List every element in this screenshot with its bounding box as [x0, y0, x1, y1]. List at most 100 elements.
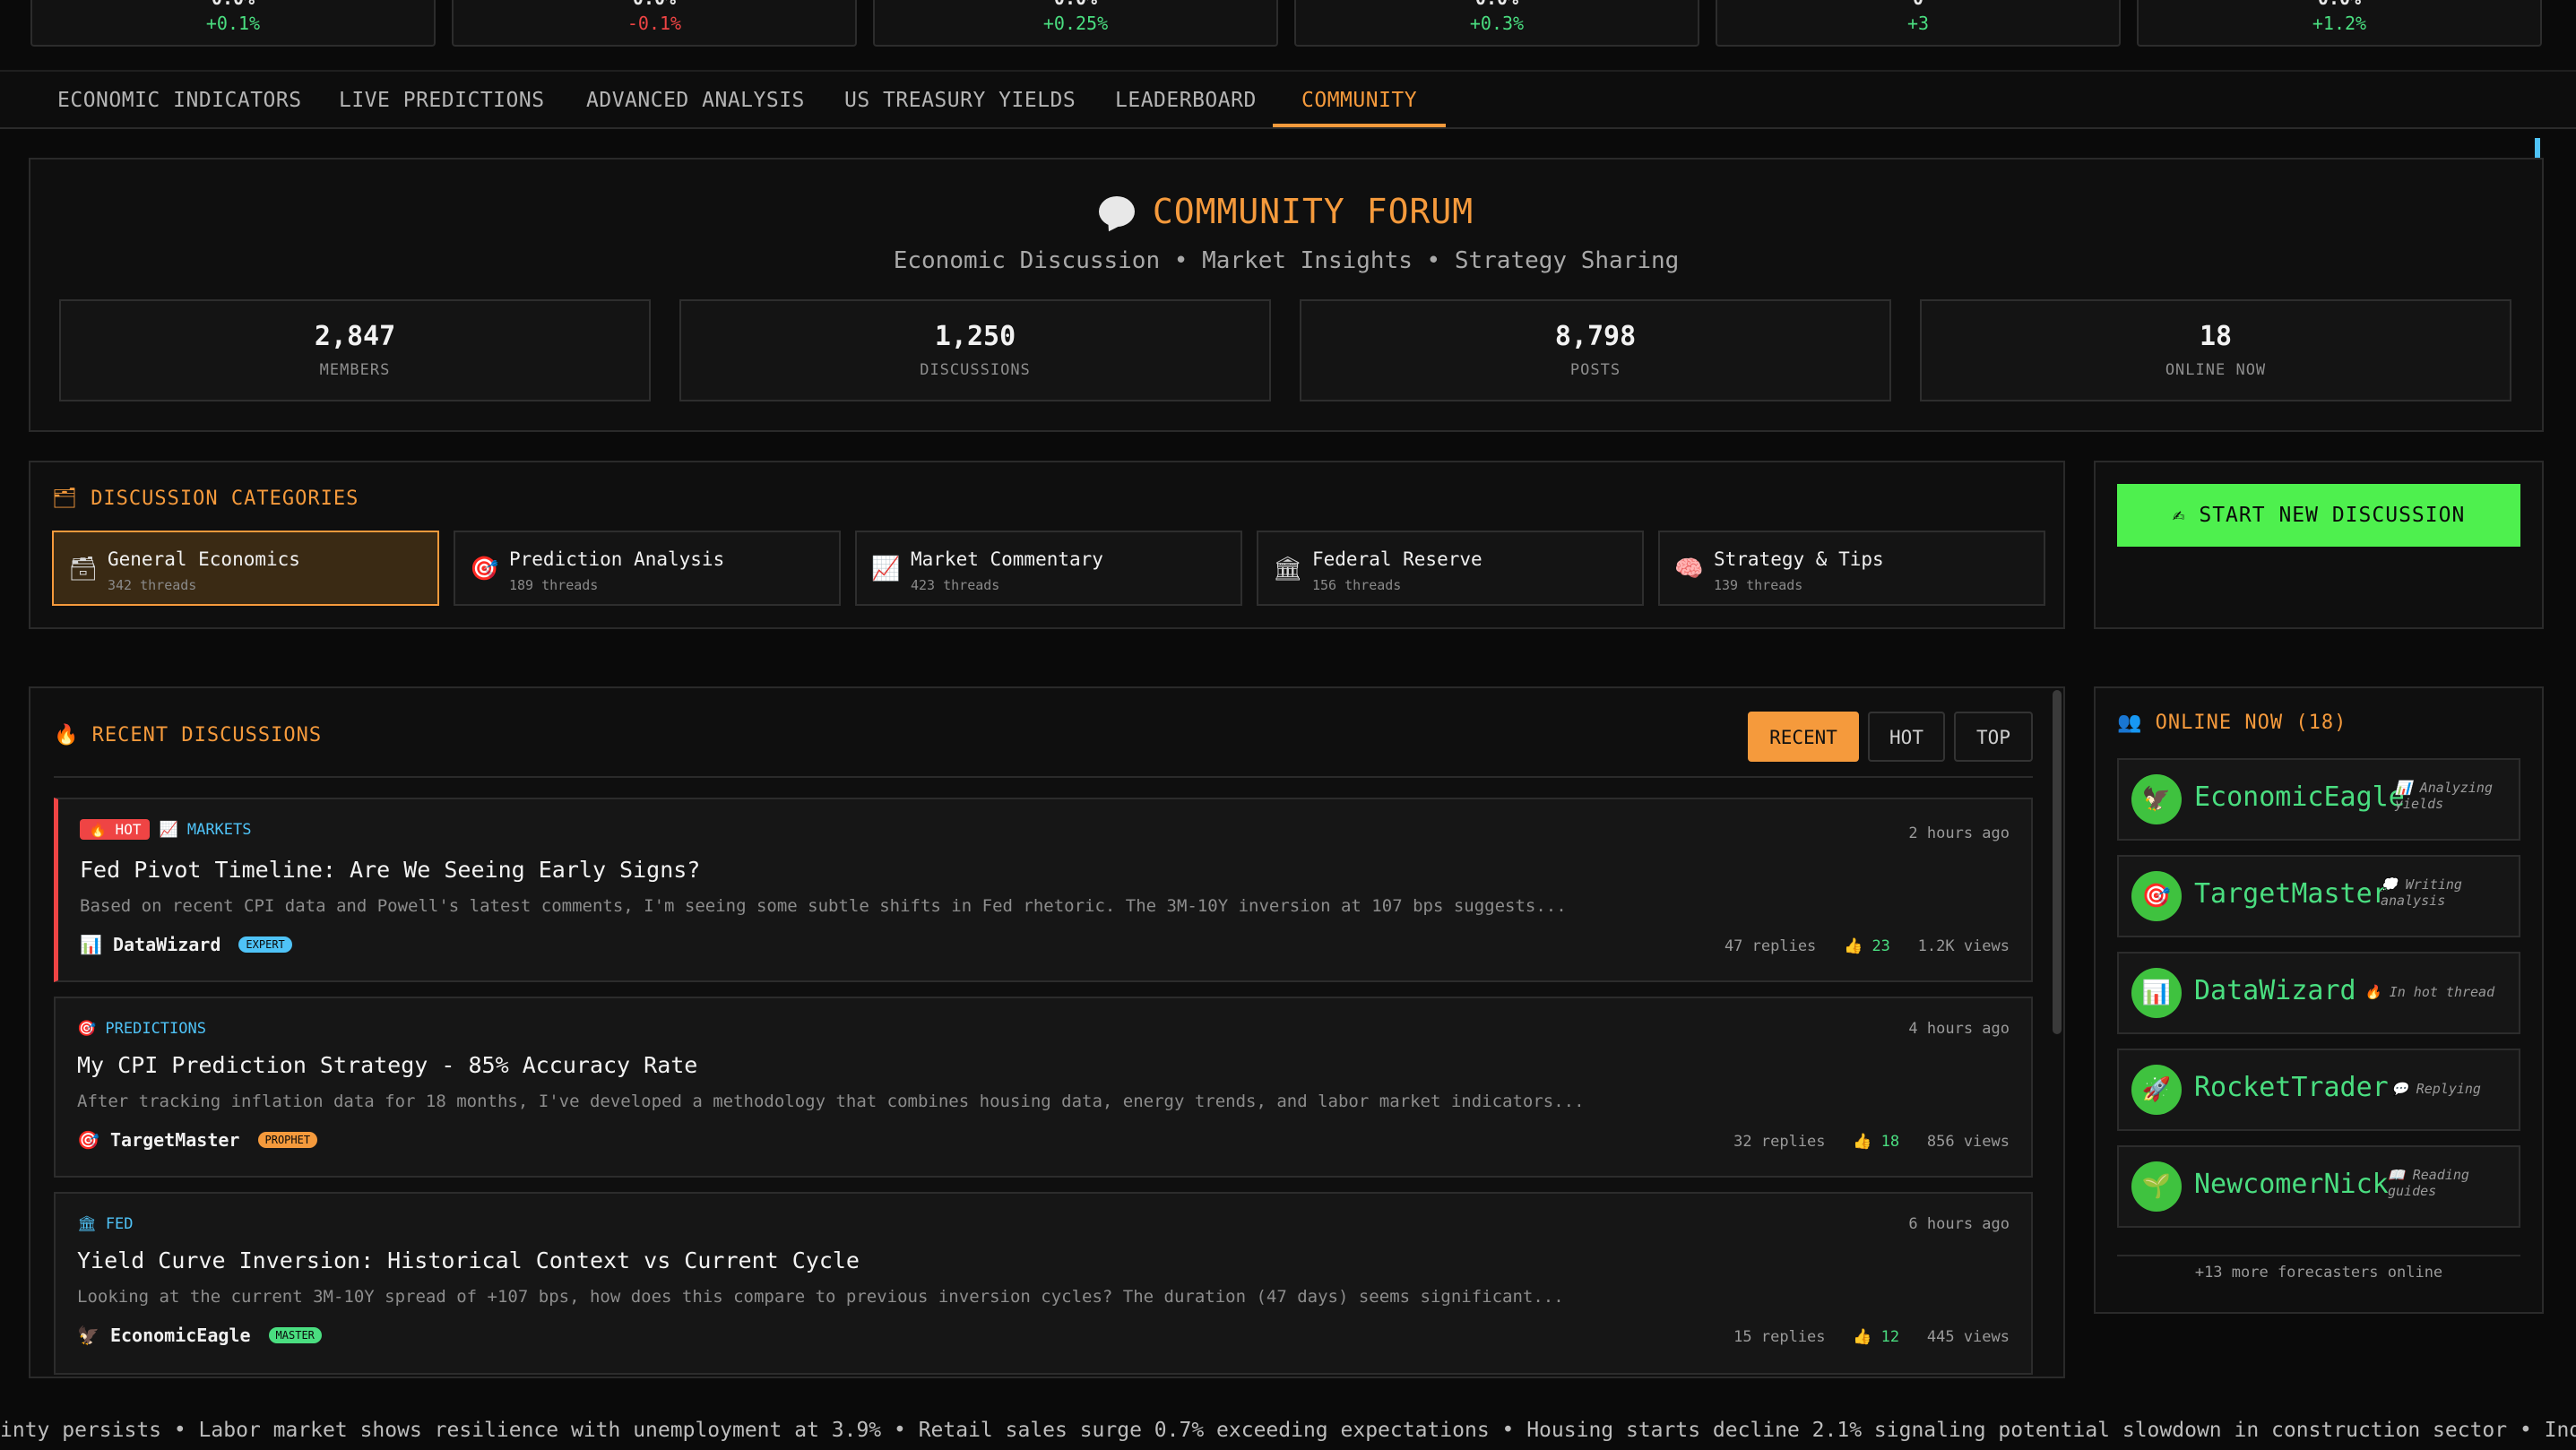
online-user[interactable]: 🚀 RocketTrader 💬 Replying [2117, 1049, 2520, 1131]
forum-title-text: COMMUNITY FORUM [1152, 192, 1474, 231]
main-tabs: ECONOMIC INDICATORS LIVE PREDICTIONS ADV… [0, 70, 2576, 129]
thread-excerpt: Looking at the current 3M-10Y spread of … [77, 1287, 1564, 1307]
category-strategy-tips[interactable]: 🧠 Strategy & Tips 139 threads [1658, 531, 2045, 606]
indicator-card[interactable]: 0.0% +1.2% [2137, 0, 2542, 47]
avatar: 🚀 [2131, 1065, 2182, 1115]
thumbs-up-icon[interactable]: 👍 [1853, 1133, 1871, 1151]
divider [2117, 1255, 2520, 1256]
thread-author[interactable]: 🦅 EconomicEagle MASTER [77, 1325, 322, 1346]
like-count: 12 [1880, 1328, 1900, 1346]
role-badge: EXPERT [238, 936, 292, 953]
category-general-economics[interactable]: 🗃 General Economics 342 threads [52, 531, 439, 606]
view-count: 445 views [1926, 1328, 2010, 1346]
role-badge: PROPHET [257, 1132, 318, 1148]
avatar: 🌱 [2131, 1161, 2182, 1212]
thread-tags: 🏛 FED [77, 1215, 134, 1233]
category-name: Strategy & Tips [1714, 548, 1884, 570]
stat-label: POSTS [1569, 361, 1621, 379]
category-federal-reserve[interactable]: 🏛 Federal Reserve 156 threads [1257, 531, 1644, 606]
thread-category[interactable]: 🏛 FED [77, 1215, 134, 1233]
stat-discussions: 1,250 DISCUSSIONS [679, 299, 1271, 401]
stat-value: 8,798 [1554, 321, 1637, 352]
thread-title[interactable]: Yield Curve Inversion: Historical Contex… [77, 1247, 860, 1273]
scrollbar-thumb[interactable] [2053, 690, 2062, 1034]
thread-item[interactable]: 🏛 FED 6 hours ago Yield Curve Inversion:… [54, 1192, 2033, 1375]
indicator-card[interactable]: 0.0% +0.1% [30, 0, 436, 47]
user-name[interactable]: DataWizard [2194, 975, 2356, 1006]
tab-live-predictions[interactable]: LIVE PREDICTIONS [310, 72, 574, 127]
thread-item[interactable]: 🎯 PREDICTIONS 4 hours ago My CPI Predict… [54, 997, 2033, 1178]
online-user[interactable]: 🌱 NewcomerNick 📖 Reading guides [2117, 1145, 2520, 1228]
like-count: 18 [1880, 1133, 1900, 1151]
author-name[interactable]: EconomicEagle [110, 1325, 251, 1346]
category-name: Market Commentary [911, 548, 1103, 570]
sort-top-button[interactable]: TOP [1954, 712, 2033, 762]
user-status: 💬 Replying [2391, 1081, 2481, 1097]
online-user[interactable]: 📊 DataWizard 🔥 In hot thread [2117, 952, 2520, 1034]
avatar: 🦅 [2131, 774, 2182, 824]
indicator-card[interactable]: 0.0% -0.1% [452, 0, 857, 47]
online-user[interactable]: 🦅 EconomicEagle 📊 Analyzing yields [2117, 758, 2520, 841]
category-count: 423 threads [911, 577, 1000, 593]
sort-recent-button[interactable]: RECENT [1748, 712, 1859, 762]
indicator-change: +0.25% [1042, 13, 1109, 34]
tab-community[interactable]: COMMUNITY [1273, 72, 1447, 127]
user-name[interactable]: RocketTrader [2194, 1072, 2389, 1103]
category-prediction-analysis[interactable]: 🎯 Prediction Analysis 189 threads [454, 531, 841, 606]
user-status: 📖 Reading guides [2388, 1167, 2469, 1199]
more-online-link[interactable]: +13 more forecasters online [2096, 1264, 2542, 1282]
thread-time: 6 hours ago [1908, 1215, 2010, 1233]
thread-tags: 🎯 PREDICTIONS [77, 1020, 206, 1038]
online-title: ONLINE NOW (18) [2155, 712, 2347, 734]
tab-us-treasury-yields[interactable]: US TREASURY YIELDS [816, 72, 1104, 127]
indicator-value: 0.0% [875, 0, 1276, 9]
thread-category[interactable]: 🎯 PREDICTIONS [77, 1020, 206, 1038]
thread-item[interactable]: 🔥 HOT 📈 MARKETS 2 hours ago Fed Pivot Tim… [54, 798, 2033, 982]
indicator-card[interactable]: 0 +3 [1716, 0, 2121, 47]
thumbs-up-icon[interactable]: 👍 [1844, 937, 1863, 955]
categories-title: DISCUSSION CATEGORIES [91, 488, 359, 510]
stat-value: 1,250 [934, 321, 1016, 352]
category-name: Prediction Analysis [509, 548, 725, 570]
stat-label: DISCUSSIONS [920, 361, 1031, 379]
user-status: 📊 Analyzing yields [2395, 780, 2493, 812]
sort-hot-button[interactable]: HOT [1868, 712, 1945, 762]
thread-stats: 47 replies 👍 23 1.2K views [1725, 937, 2010, 955]
indicator-change: -0.1% [627, 13, 682, 34]
user-name[interactable]: NewcomerNick [2194, 1169, 2389, 1200]
thread-title[interactable]: My CPI Prediction Strategy - 85% Accurac… [77, 1052, 697, 1078]
tab-leaderboard[interactable]: LEADERBOARD [1086, 72, 1285, 127]
thread-title[interactable]: Fed Pivot Timeline: Are We Seeing Early … [80, 857, 700, 883]
category-name: Federal Reserve [1312, 548, 1482, 570]
discussion-categories: 🗂 DISCUSSION CATEGORIES 🗃 General Econom… [29, 461, 2065, 629]
author-name[interactable]: DataWizard [113, 934, 220, 955]
user-name[interactable]: TargetMaster [2194, 878, 2389, 910]
start-new-discussion-button[interactable]: ✍ START NEW DISCUSSION [2117, 484, 2520, 547]
fire-icon: 🔥 [54, 724, 80, 747]
indicator-card[interactable]: 0.0% +0.25% [873, 0, 1278, 47]
stat-value: 2,847 [314, 321, 396, 352]
tab-advanced-analysis[interactable]: ADVANCED ANALYSIS [558, 72, 834, 127]
thread-category[interactable]: 📈 MARKETS [159, 821, 251, 839]
thread-stats: 32 replies 👍 18 856 views [1733, 1133, 2010, 1151]
tab-economic-indicators[interactable]: ECONOMIC INDICATORS [29, 72, 331, 127]
indicator-card[interactable]: 0.0% +0.3% [1294, 0, 1699, 47]
avatar: 🎯 [2131, 871, 2182, 921]
author-name[interactable]: TargetMaster [110, 1129, 240, 1151]
online-heading: 👥 ONLINE NOW (18) [2117, 712, 2347, 734]
indicator-cards: 0.0% +0.1% 0.0% -0.1% 0.0% +0.25% 0.0% +… [0, 0, 2576, 50]
category-count: 139 threads [1714, 577, 1803, 593]
category-market-commentary[interactable]: 📈 Market Commentary 423 threads [855, 531, 1242, 606]
author-icon: 🎯 [77, 1129, 99, 1151]
online-user[interactable]: 🎯 TargetMaster 💭 Writing analysis [2117, 855, 2520, 937]
thread-author[interactable]: 📊 DataWizard EXPERT [80, 934, 292, 955]
reply-count: 32 replies [1733, 1133, 1826, 1151]
thumbs-up-icon[interactable]: 👍 [1853, 1328, 1871, 1346]
thread-time: 4 hours ago [1908, 1020, 2010, 1038]
thread-author[interactable]: 🎯 TargetMaster PROPHET [77, 1129, 318, 1151]
user-name[interactable]: EconomicEagle [2194, 781, 2405, 813]
hot-badge: 🔥 HOT [80, 819, 151, 840]
category-icon: 📈 [871, 556, 901, 583]
thread-tags: 🔥 HOT 📈 MARKETS [80, 819, 252, 840]
thread-stats: 15 replies 👍 12 445 views [1733, 1328, 2010, 1346]
